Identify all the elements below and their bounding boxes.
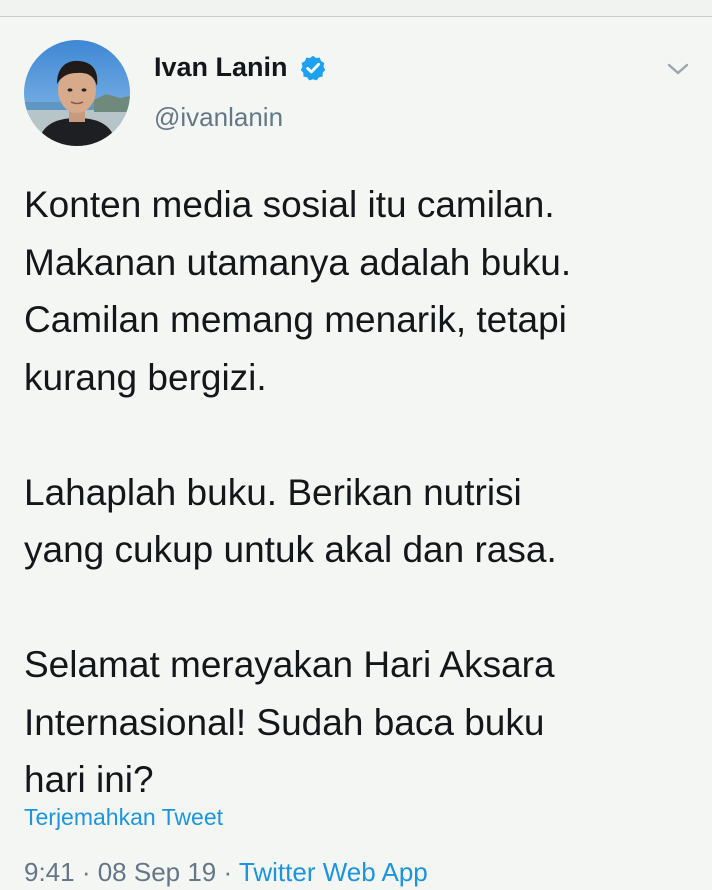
tweet-source-link[interactable]: Twitter Web App [239, 857, 428, 887]
translate-tweet-link[interactable]: Terjemahkan Tweet [24, 800, 223, 834]
meta-separator: · [74, 857, 98, 887]
avatar-photo [24, 40, 130, 146]
tweet-date[interactable]: 08 Sep 19 [98, 857, 217, 887]
chevron-down-icon[interactable] [665, 56, 691, 82]
meta-separator: · [216, 857, 239, 887]
tweet-time: 9:41 [24, 857, 75, 887]
author-name[interactable]: Ivan Lanin [154, 50, 288, 84]
avatar[interactable] [24, 40, 130, 146]
top-divider [0, 0, 712, 17]
author-handle[interactable]: @ivanlanin [154, 100, 283, 134]
verified-badge-icon [300, 55, 326, 81]
tweet-meta: 9:41 · 08 Sep 19 · Twitter Web App [24, 855, 428, 889]
tweet-text: Konten media sosial itu camilan. Makanan… [24, 184, 572, 800]
